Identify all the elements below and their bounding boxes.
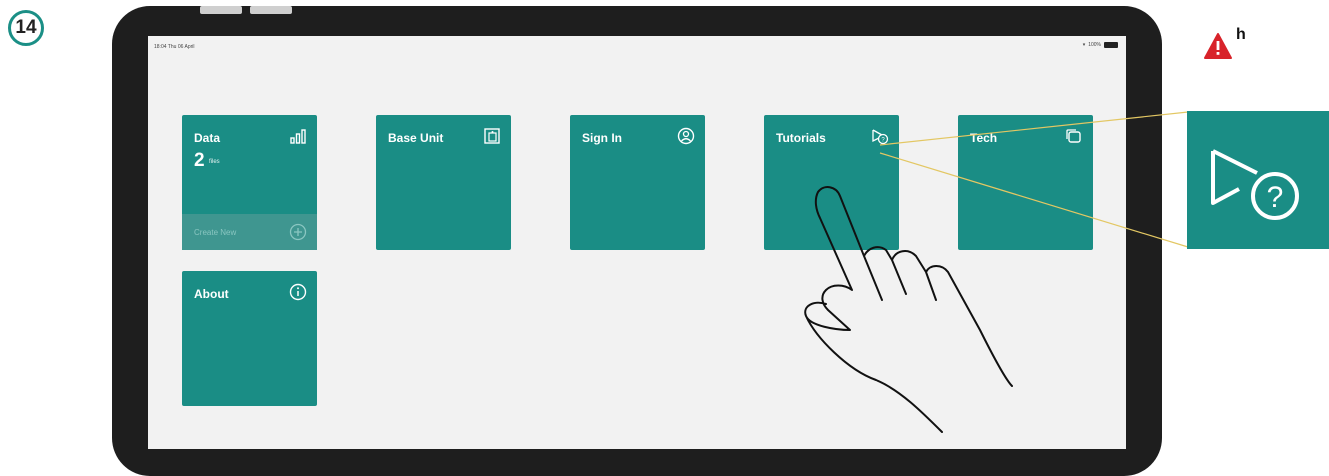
warning-icon <box>1204 33 1232 59</box>
callout-leader-lines <box>879 111 1189 248</box>
warning-label: h <box>1236 26 1246 43</box>
tap-hand-icon <box>804 186 1013 433</box>
svg-text:?: ? <box>1267 181 1284 214</box>
tutorial-help-icon: ? <box>1211 149 1299 220</box>
tutorials-icon-callout: ? <box>1187 111 1329 249</box>
